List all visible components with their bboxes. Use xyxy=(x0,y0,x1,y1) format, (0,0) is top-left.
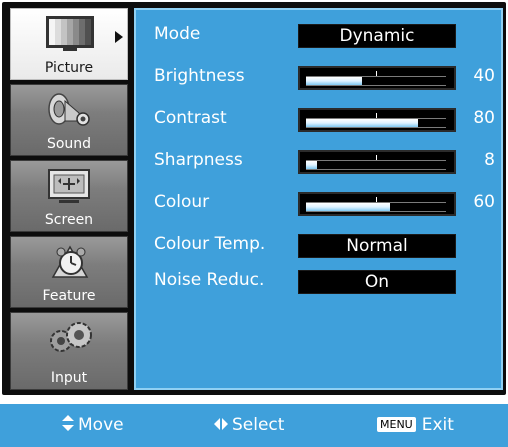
setting-row-noise-reduction[interactable]: Noise Reduc. On xyxy=(136,266,505,296)
menu-key-icon: MENU xyxy=(377,417,416,432)
speaker-icon xyxy=(48,93,90,126)
brightness-slider[interactable] xyxy=(298,66,456,90)
hint-select: Select xyxy=(214,415,284,435)
left-right-arrows-icon xyxy=(214,418,228,430)
setting-row-brightness[interactable]: Brightness 40 xyxy=(136,62,505,92)
slider-fill xyxy=(306,203,390,211)
help-bar: Move Select MENU Exit xyxy=(0,404,508,447)
sidebar-item-screen[interactable]: Screen xyxy=(10,160,128,232)
screen-icon xyxy=(48,169,90,203)
colour-slider[interactable] xyxy=(298,192,456,216)
setting-label: Mode xyxy=(154,24,201,44)
hint-move-label: Move xyxy=(78,415,124,435)
slider-center-mark xyxy=(376,113,377,118)
setting-value: 8 xyxy=(484,150,495,170)
slider-fill xyxy=(306,119,418,127)
slider-fill xyxy=(306,77,362,85)
noise-reduction-select[interactable]: On xyxy=(298,270,456,294)
sidebar-item-label: Sound xyxy=(46,136,92,152)
setting-label: Contrast xyxy=(154,108,227,128)
sidebar: Picture Sound Screen Feature Input xyxy=(10,8,128,390)
setting-value: 80 xyxy=(473,108,495,128)
gears-icon xyxy=(50,322,92,352)
picture-icon xyxy=(46,16,94,51)
setting-row-colour[interactable]: Colour 60 xyxy=(136,188,505,218)
mode-select[interactable]: Dynamic xyxy=(298,24,456,48)
up-down-arrows-icon xyxy=(62,415,74,431)
setting-row-mode[interactable]: Mode Dynamic xyxy=(136,20,505,50)
active-caret-icon xyxy=(115,31,123,43)
sidebar-item-label: Input xyxy=(50,370,88,386)
osd-frame: Picture Sound Screen Feature Input Mode … xyxy=(2,2,506,395)
setting-value: 40 xyxy=(473,66,495,86)
hint-exit-label: Exit xyxy=(421,415,454,435)
sidebar-item-picture[interactable]: Picture xyxy=(10,8,128,80)
slider-center-mark xyxy=(376,71,377,76)
slider-center-mark xyxy=(376,155,377,160)
sidebar-item-label: Screen xyxy=(44,212,94,228)
clock-icon xyxy=(51,245,89,278)
setting-label: Brightness xyxy=(154,66,245,86)
sidebar-item-feature[interactable]: Feature xyxy=(10,236,128,308)
slider-center-mark xyxy=(376,197,377,202)
hint-move: Move xyxy=(62,415,124,435)
sidebar-item-sound[interactable]: Sound xyxy=(10,84,128,156)
hint-select-label: Select xyxy=(232,415,285,435)
setting-label: Colour Temp. xyxy=(154,234,266,254)
setting-label: Colour xyxy=(154,192,210,212)
colour-temp-select[interactable]: Normal xyxy=(298,234,456,258)
picture-settings-panel: Mode Dynamic Brightness 40 Contrast 80 S… xyxy=(134,8,503,390)
setting-value: 60 xyxy=(473,192,495,212)
setting-row-contrast[interactable]: Contrast 80 xyxy=(136,104,505,134)
hint-exit: MENU Exit xyxy=(377,415,454,435)
slider-fill xyxy=(306,161,318,169)
sidebar-item-label: Feature xyxy=(42,288,96,304)
setting-row-sharpness[interactable]: Sharpness 8 xyxy=(136,146,505,176)
sharpness-slider[interactable] xyxy=(298,150,456,174)
setting-row-colour-temp[interactable]: Colour Temp. Normal xyxy=(136,230,505,260)
sidebar-item-input[interactable]: Input xyxy=(10,312,128,390)
setting-label: Noise Reduc. xyxy=(154,270,265,290)
sidebar-item-label: Picture xyxy=(44,60,94,76)
setting-label: Sharpness xyxy=(154,150,243,170)
contrast-slider[interactable] xyxy=(298,108,456,132)
